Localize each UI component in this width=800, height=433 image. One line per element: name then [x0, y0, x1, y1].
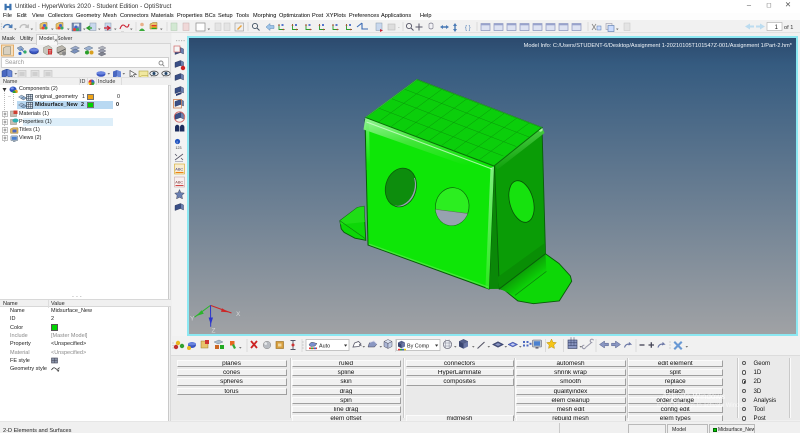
svg-text:By Comp: By Comp [407, 343, 429, 349]
svg-text:T: T [49, 50, 52, 55]
svg-text:Y: Y [190, 316, 195, 323]
svg-text:i: i [177, 139, 178, 144]
svg-text:-: - [398, 25, 400, 31]
svg-text:ABC: ABC [175, 168, 183, 172]
svg-text:{ }: { } [465, 26, 471, 32]
svg-text:123: 123 [176, 146, 182, 150]
svg-text:X: X [236, 311, 241, 318]
svg-text:ABC: ABC [175, 181, 183, 185]
svg-text:Auto: Auto [319, 343, 330, 349]
svg-text:of 1: of 1 [784, 25, 793, 31]
svg-text:Z: Z [212, 328, 216, 335]
